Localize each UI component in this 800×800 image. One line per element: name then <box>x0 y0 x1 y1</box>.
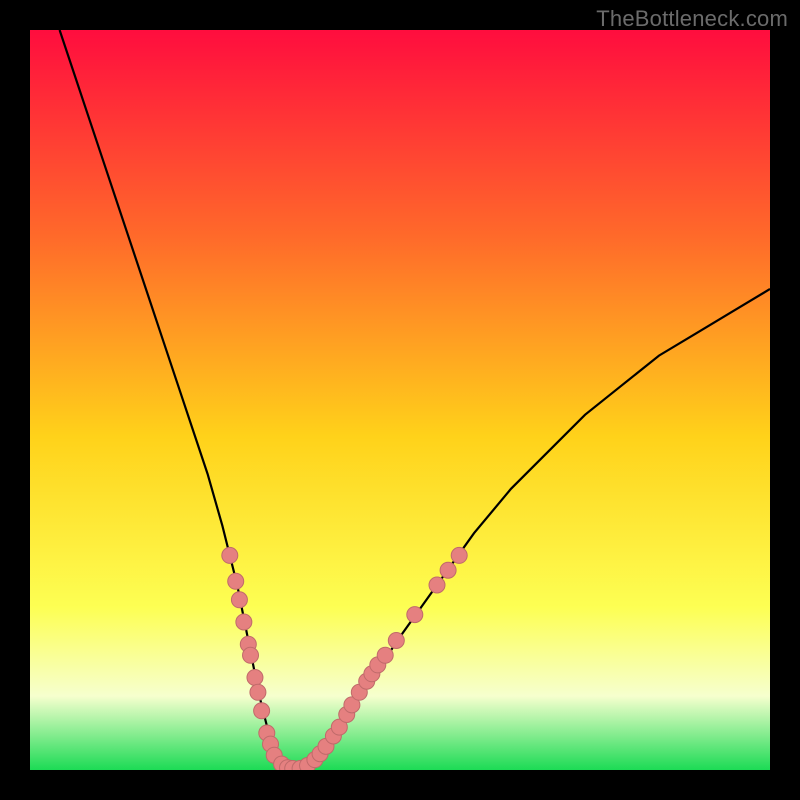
data-marker <box>243 647 259 663</box>
data-marker <box>254 703 270 719</box>
chart-frame: TheBottleneck.com <box>0 0 800 800</box>
data-marker <box>250 684 266 700</box>
watermark-text: TheBottleneck.com <box>596 6 788 32</box>
data-marker <box>388 633 404 649</box>
data-marker <box>247 670 263 686</box>
data-marker <box>228 573 244 589</box>
data-marker <box>377 647 393 663</box>
data-marker <box>451 547 467 563</box>
data-marker <box>407 607 423 623</box>
data-marker <box>222 547 238 563</box>
data-marker <box>440 562 456 578</box>
plot-area <box>30 30 770 770</box>
gradient-background <box>30 30 770 770</box>
data-marker <box>231 592 247 608</box>
chart-svg <box>30 30 770 770</box>
data-marker <box>236 614 252 630</box>
data-marker <box>429 577 445 593</box>
